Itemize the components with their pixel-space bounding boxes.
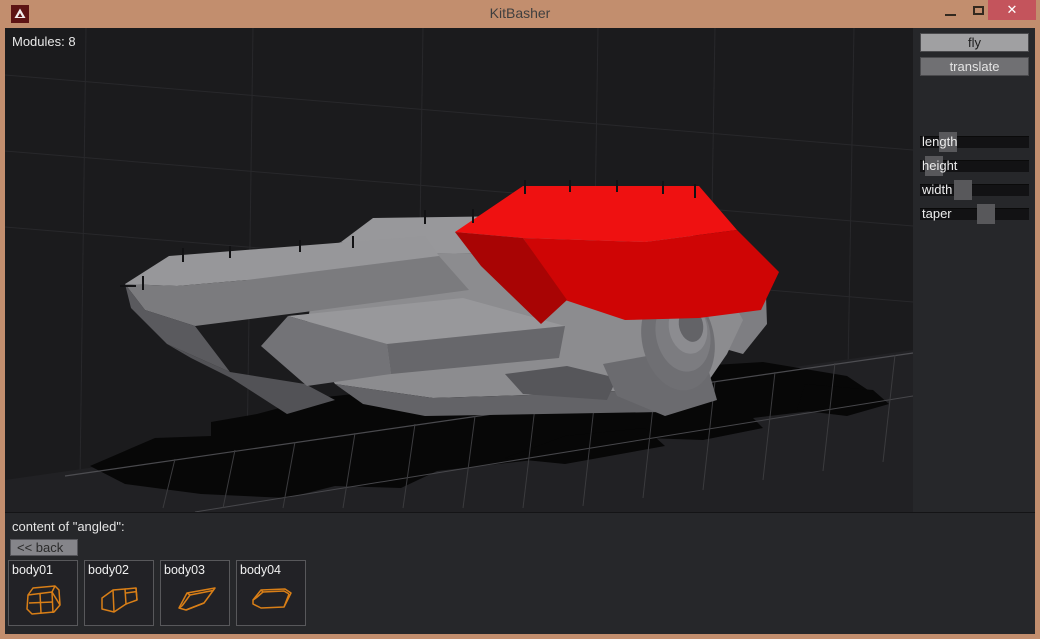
taper-slider-label: taper [922,206,952,221]
width-slider[interactable]: width [920,180,1029,200]
close-button[interactable]: ✕ [988,0,1036,20]
width-slider-label: width [922,182,952,197]
body04-wireframe-icon [248,582,296,620]
body01-wireframe-icon [20,582,68,620]
taper-slider-handle[interactable] [977,204,995,224]
maximize-icon [973,6,984,15]
module-tile-label: body03 [164,563,205,577]
tool-panel: fly translate length height width taper [913,28,1035,512]
content-area: Modules: 8 [5,28,1035,634]
app-window: KitBasher ✕ Modules: 8 [0,0,1040,639]
height-slider-label: height [922,158,957,173]
fly-button[interactable]: fly [920,33,1029,52]
module-tile-body04[interactable]: body04 [236,560,306,626]
module-tile-label: body01 [12,563,53,577]
height-slider[interactable]: height [920,156,1029,176]
width-slider-handle[interactable] [954,180,972,200]
minimize-button[interactable] [936,0,964,21]
module-tile-label: body04 [240,563,281,577]
body03-wireframe-icon [172,582,220,620]
back-button[interactable]: << back [10,539,78,556]
module-browser: content of "angled": << back body01 bo [5,512,1035,634]
taper-slider[interactable]: taper [920,204,1029,224]
viewport-3d[interactable]: Modules: 8 [5,28,913,512]
modules-count-label: Modules: 8 [12,34,76,49]
length-slider[interactable]: length [920,132,1029,152]
body02-wireframe-icon [96,582,144,620]
content-label: content of "angled": [12,519,125,534]
minimize-icon [945,14,956,16]
module-tile-body03[interactable]: body03 [160,560,230,626]
module-tile-body02[interactable]: body02 [84,560,154,626]
title-bar[interactable]: KitBasher ✕ [0,0,1040,28]
translate-button[interactable]: translate [920,57,1029,76]
window-title: KitBasher [0,0,1040,28]
length-slider-label: length [922,134,957,149]
module-tile-body01[interactable]: body01 [8,560,78,626]
scene-3d[interactable] [5,28,913,512]
module-tile-label: body02 [88,563,129,577]
module-tiles: body01 body02 [8,560,306,627]
